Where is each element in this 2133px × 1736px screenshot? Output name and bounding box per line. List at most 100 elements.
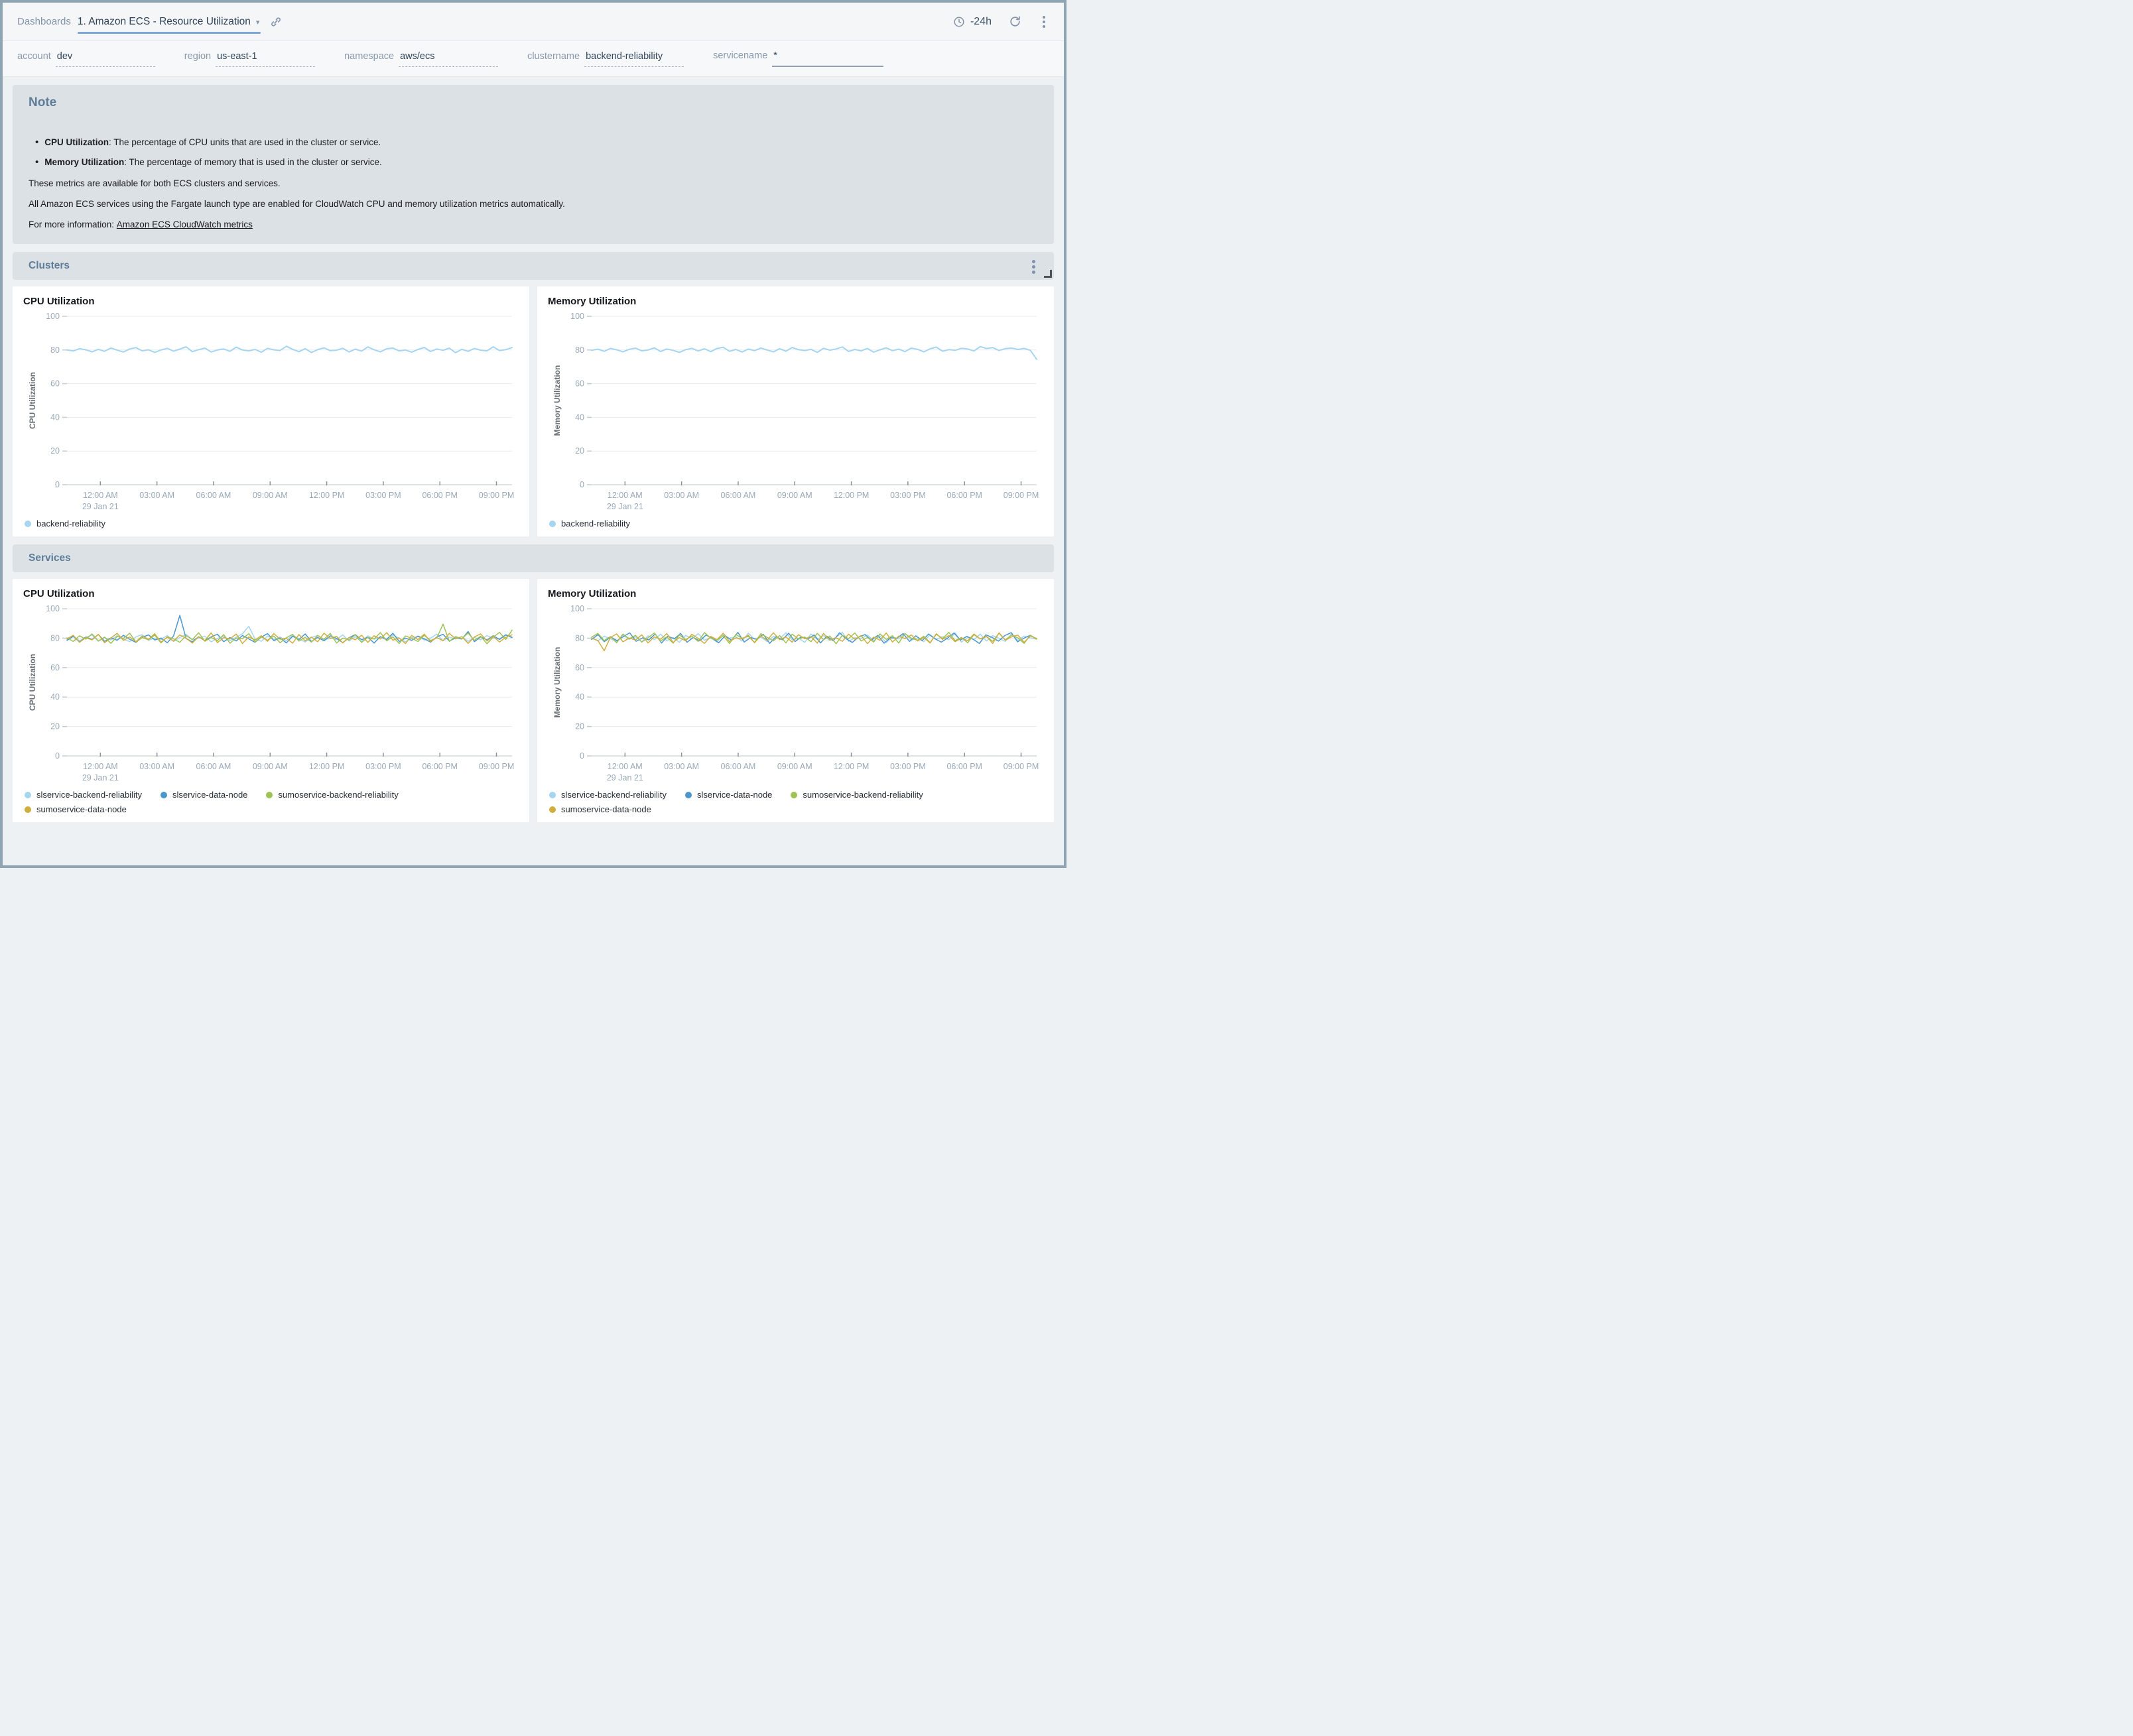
svg-text:12:00 AM: 12:00 AM [608,762,643,771]
note-paragraph: All Amazon ECS services using the Fargat… [29,199,1038,209]
kebab-menu-icon[interactable] [1039,15,1049,29]
chart-title: Memory Utilization [548,296,1043,307]
chart-canvas[interactable]: Memory Utilization02040608010012:00 AM29… [548,308,1043,513]
svg-text:40: 40 [575,692,584,702]
clock-icon [953,16,965,28]
svg-text:29 Jan 21: 29 Jan 21 [607,773,643,782]
svg-text:29 Jan 21: 29 Jan 21 [607,502,643,511]
filter-value-input[interactable]: us-east-1 [216,51,315,67]
chart-title: Memory Utilization [548,588,1043,599]
svg-text:12:00 PM: 12:00 PM [834,762,870,771]
y-axis-label: CPU Utilization [28,372,37,429]
svg-text:100: 100 [46,312,60,321]
svg-text:12:00 PM: 12:00 PM [309,491,345,500]
panel-kebab-icon[interactable] [1028,259,1039,275]
clusters-charts-row: CPU Utilization CPU Utilization020406080… [13,286,1054,536]
legend-item[interactable]: slservice-backend-reliability [25,790,142,800]
dashboard-title-dropdown[interactable]: 1. Amazon ECS - Resource Utilization ▾ [78,16,260,28]
svg-text:40: 40 [575,412,584,422]
section-title: Clusters [29,260,70,272]
cloudwatch-metrics-link[interactable]: Amazon ECS CloudWatch metrics [117,219,253,229]
svg-text:09:00 AM: 09:00 AM [777,491,812,500]
resize-corner-handle[interactable] [1044,270,1052,278]
legend-item[interactable]: slservice-backend-reliability [549,790,667,800]
svg-text:09:00 AM: 09:00 AM [777,762,812,771]
chart-canvas[interactable]: CPU Utilization02040608010012:00 AM29 Ja… [23,601,519,784]
legend-label: sumoservice-data-node [561,804,651,814]
legend-item[interactable]: sumoservice-backend-reliability [791,790,923,800]
svg-text:60: 60 [50,663,60,672]
chart-plot-area: Memory Utilization02040608010012:00 AM29… [548,308,1043,516]
chart-canvas[interactable]: CPU Utilization02040608010012:00 AM29 Ja… [23,308,519,513]
chart-title: CPU Utilization [23,588,519,599]
chart-canvas[interactable]: Memory Utilization02040608010012:00 AM29… [548,601,1043,784]
svg-text:06:00 AM: 06:00 AM [721,762,756,771]
note-bullet: Memory Utilization: The percentage of me… [29,156,1038,168]
filter-value-input[interactable]: dev [56,51,155,67]
section-header-clusters: Clusters [13,252,1054,280]
legend-label: slservice-data-node [697,790,772,800]
chart-panel-services-cpu: CPU Utilization CPU Utilization020406080… [13,579,529,822]
services-charts-row: CPU Utilization CPU Utilization020406080… [13,579,1054,822]
breadcrumb[interactable]: Dashboards [17,16,71,27]
legend-item[interactable]: slservice-data-node [161,790,247,800]
time-range-button[interactable]: -24h [953,16,992,28]
y-axis-label: Memory Utilization [552,647,562,718]
svg-text:100: 100 [46,604,60,613]
svg-text:09:00 PM: 09:00 PM [479,762,515,771]
legend-label: slservice-backend-reliability [561,790,667,800]
svg-text:29 Jan 21: 29 Jan 21 [82,773,119,782]
filter-servicename: servicename * [713,50,883,67]
legend-dot-icon [549,806,556,813]
filter-namespace: namespace aws/ecs [344,51,498,67]
svg-text:12:00 AM: 12:00 AM [608,491,643,500]
dashboard-content: Note CPU Utilization: The percentage of … [3,77,1064,822]
svg-text:20: 20 [575,446,584,456]
chart-legend: backend-reliability [23,516,519,530]
legend-item[interactable]: backend-reliability [549,519,630,528]
legend-item[interactable]: slservice-data-node [685,790,772,800]
svg-text:03:00 PM: 03:00 PM [365,762,401,771]
legend-item[interactable]: sumoservice-backend-reliability [266,790,398,800]
chart-title: CPU Utilization [23,296,519,307]
chart-legend: backend-reliability [548,516,1043,530]
legend-item[interactable]: sumoservice-data-node [25,804,127,814]
svg-text:60: 60 [50,379,60,389]
filter-value-input[interactable]: aws/ecs [399,51,498,67]
svg-text:12:00 PM: 12:00 PM [309,762,345,771]
svg-text:06:00 PM: 06:00 PM [946,762,982,771]
svg-text:09:00 PM: 09:00 PM [1003,491,1039,500]
svg-text:06:00 PM: 06:00 PM [422,762,458,771]
legend-dot-icon [685,792,692,798]
svg-text:09:00 AM: 09:00 AM [253,762,288,771]
filter-label: region [184,51,211,62]
filter-region: region us-east-1 [184,51,315,67]
filter-label: servicename [713,50,767,61]
svg-text:06:00 AM: 06:00 AM [196,762,231,771]
svg-text:40: 40 [50,692,60,702]
filter-value-input[interactable]: * [772,50,883,67]
svg-text:06:00 PM: 06:00 PM [946,491,982,500]
svg-text:80: 80 [50,345,60,355]
legend-dot-icon [25,792,31,798]
legend-item[interactable]: backend-reliability [25,519,105,528]
refresh-icon[interactable] [1009,15,1021,28]
svg-text:06:00 AM: 06:00 AM [721,491,756,500]
filter-value-input[interactable]: backend-reliability [584,51,684,67]
legend-label: slservice-data-node [172,790,247,800]
legend-dot-icon [25,521,31,527]
section-header-services: Services [13,544,1054,572]
svg-text:03:00 PM: 03:00 PM [365,491,401,500]
legend-item[interactable]: sumoservice-data-node [549,804,651,814]
svg-text:03:00 AM: 03:00 AM [664,491,699,500]
svg-text:20: 20 [50,446,60,456]
chevron-down-icon: ▾ [256,18,260,27]
svg-text:0: 0 [580,751,584,761]
y-axis-label: Memory Utilization [552,365,562,436]
chart-legend: slservice-backend-reliability slservice-d… [23,787,519,816]
legend-dot-icon [791,792,797,798]
legend-label: sumoservice-backend-reliability [803,790,923,800]
title-accent-underline [78,32,261,34]
link-icon[interactable] [270,16,282,28]
svg-text:40: 40 [50,412,60,422]
